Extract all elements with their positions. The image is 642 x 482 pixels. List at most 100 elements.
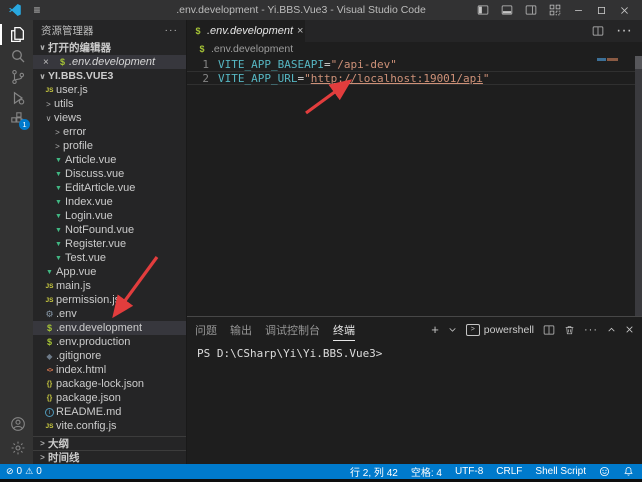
source-control-icon[interactable]	[0, 66, 33, 87]
panel-tab-output[interactable]: 输出	[230, 319, 252, 341]
code-token: "	[483, 72, 490, 85]
tree-item-vite.config.js[interactable]: JSvite.config.js	[33, 419, 186, 433]
tree-item-discuss.vue[interactable]: ▼Discuss.vue	[33, 167, 186, 181]
extensions-badge: 1	[19, 119, 30, 130]
tree-item-permission.js[interactable]: JSpermission.js	[33, 293, 186, 307]
tree-item-label: Test.vue	[65, 252, 106, 264]
panel-tab-problems[interactable]: 问题	[195, 319, 217, 341]
tree-item-index.vue[interactable]: ▼Index.vue	[33, 195, 186, 209]
project-root-header[interactable]: ∨ YI.BBS.VUE3	[33, 69, 186, 83]
tree-item-error[interactable]: >error	[33, 125, 186, 139]
code-line-2[interactable]: 2VITE_APP_URL="http://localhost:19001/ap…	[187, 71, 642, 85]
close-editor-icon[interactable]: ×	[43, 57, 56, 68]
panel-more-actions-icon[interactable]: ···	[584, 324, 598, 336]
tree-item-.env[interactable]: ⚙.env	[33, 307, 186, 321]
code-token: =	[324, 58, 331, 71]
file-tree: JSuser.js>utils∨views>error>profile▼Arti…	[33, 83, 186, 436]
tree-item-login.vue[interactable]: ▼Login.vue	[33, 209, 186, 223]
env-file-icon: $	[193, 26, 203, 36]
split-editor-icon[interactable]	[592, 25, 604, 37]
tree-item-.env.production[interactable]: $.env.production	[33, 335, 186, 349]
chevron-down-icon: ∨	[37, 72, 48, 81]
tab-close-icon[interactable]: ×	[297, 25, 303, 37]
tree-item-label: README.md	[56, 406, 121, 418]
explorer-icon[interactable]	[0, 24, 33, 45]
toggle-panel-icon[interactable]	[501, 4, 513, 16]
toggle-secondary-sidebar-icon[interactable]	[525, 4, 537, 16]
tree-item-.gitignore[interactable]: ◆.gitignore	[33, 349, 186, 363]
info-file-icon: i	[43, 408, 56, 417]
tree-item-label: views	[54, 112, 82, 124]
env-file-icon: $	[43, 323, 56, 333]
tree-item-.env.development[interactable]: $.env.development	[33, 321, 186, 335]
status-language-mode[interactable]: Shell Script	[535, 466, 586, 477]
tree-item-main.js[interactable]: JSmain.js	[33, 279, 186, 293]
breadcrumb[interactable]: $ .env.development	[187, 42, 642, 56]
feedback-icon[interactable]	[599, 466, 610, 477]
status-cursor-position[interactable]: 行 2, 列 42	[350, 464, 398, 479]
tree-item-views[interactable]: ∨views	[33, 111, 186, 125]
title-bar: ≡ .env.development - Yi.BBS.Vue3 - Visua…	[0, 0, 642, 20]
chevron-right-icon: >	[52, 142, 63, 151]
more-actions-icon[interactable]: ···	[165, 24, 179, 36]
code-line-1[interactable]: 1VITE_APP_BASEAPI="/api-dev"	[187, 57, 642, 71]
chevron-down-icon: ∨	[43, 114, 54, 123]
settings-icon[interactable]	[0, 436, 33, 460]
close-window-button[interactable]	[619, 5, 630, 16]
minimap[interactable]	[597, 58, 618, 61]
outline-section[interactable]: > 大纲	[33, 436, 186, 450]
env-file-icon: $	[197, 44, 207, 54]
tree-item-register.vue[interactable]: ▼Register.vue	[33, 237, 186, 251]
editor-more-actions-icon[interactable]: ···	[616, 22, 632, 40]
url-link[interactable]: http://localhost:19001/api	[311, 72, 483, 85]
problems-status[interactable]: ⊘ 0 ⚠ 0	[6, 466, 42, 477]
notifications-bell-icon[interactable]	[623, 466, 634, 477]
tree-item-package.json[interactable]: {}package.json	[33, 391, 186, 405]
panel-tab-terminal[interactable]: 终端	[333, 319, 355, 341]
run-debug-icon[interactable]	[0, 87, 33, 108]
tree-item-user.js[interactable]: JSuser.js	[33, 83, 186, 97]
minimize-button[interactable]	[573, 5, 584, 16]
code-editor[interactable]: 1VITE_APP_BASEAPI="/api-dev"2VITE_APP_UR…	[187, 56, 642, 316]
open-editor-item[interactable]: × $ .env.development	[33, 55, 186, 69]
kill-terminal-icon[interactable]	[564, 324, 575, 336]
open-editors-header[interactable]: ∨ 打开的编辑器	[33, 40, 186, 55]
tree-item-utils[interactable]: >utils	[33, 97, 186, 111]
tree-item-readme.md[interactable]: iREADME.md	[33, 405, 186, 419]
tree-item-label: main.js	[56, 280, 91, 292]
status-indentation[interactable]: 空格: 4	[411, 464, 442, 479]
tree-item-index.html[interactable]: <>index.html	[33, 363, 186, 377]
tree-item-label: Article.vue	[65, 154, 116, 166]
tree-item-editarticle.vue[interactable]: ▼EditArticle.vue	[33, 181, 186, 195]
extensions-icon[interactable]: 1	[0, 108, 33, 129]
panel-tab-debug-console[interactable]: 调试控制台	[265, 319, 320, 341]
new-terminal-icon[interactable]: +	[431, 325, 439, 335]
tree-item-test.vue[interactable]: ▼Test.vue	[33, 251, 186, 265]
maximize-button[interactable]	[596, 5, 607, 16]
shell-selector[interactable]: > powershell	[466, 324, 534, 336]
code-token: =	[297, 72, 304, 85]
split-terminal-icon[interactable]	[543, 324, 555, 336]
tree-item-app.vue[interactable]: ▼App.vue	[33, 265, 186, 279]
status-eol[interactable]: CRLF	[496, 466, 522, 477]
customize-layout-icon[interactable]	[549, 4, 561, 16]
menu-hamburger-icon[interactable]: ≡	[26, 0, 48, 20]
tree-item-label: vite.config.js	[56, 420, 117, 432]
chevron-down-icon: ∨	[37, 43, 48, 52]
status-encoding[interactable]: UTF-8	[455, 466, 483, 477]
account-icon[interactable]	[0, 412, 33, 436]
terminal-content[interactable]: PS D:\CSharp\Yi\Yi.BBS.Vue3>	[187, 342, 642, 464]
tree-item-article.vue[interactable]: ▼Article.vue	[33, 153, 186, 167]
tree-item-profile[interactable]: >profile	[33, 139, 186, 153]
editor-scrollbar[interactable]	[635, 56, 642, 316]
tree-item-notfound.vue[interactable]: ▼NotFound.vue	[33, 223, 186, 237]
search-icon[interactable]	[0, 45, 33, 66]
terminal-prompt: PS D:\CSharp\Yi\Yi.BBS.Vue3>	[197, 347, 382, 360]
tree-item-package-lock.json[interactable]: {}package-lock.json	[33, 377, 186, 391]
timeline-section[interactable]: > 时间线	[33, 450, 186, 464]
tree-item-label: Discuss.vue	[65, 168, 124, 180]
tab-env-development[interactable]: $ .env.development ×	[187, 20, 305, 42]
terminal-dropdown-chevron-icon[interactable]	[448, 325, 457, 334]
maximize-panel-icon[interactable]	[607, 325, 616, 334]
close-panel-icon[interactable]	[625, 325, 634, 334]
